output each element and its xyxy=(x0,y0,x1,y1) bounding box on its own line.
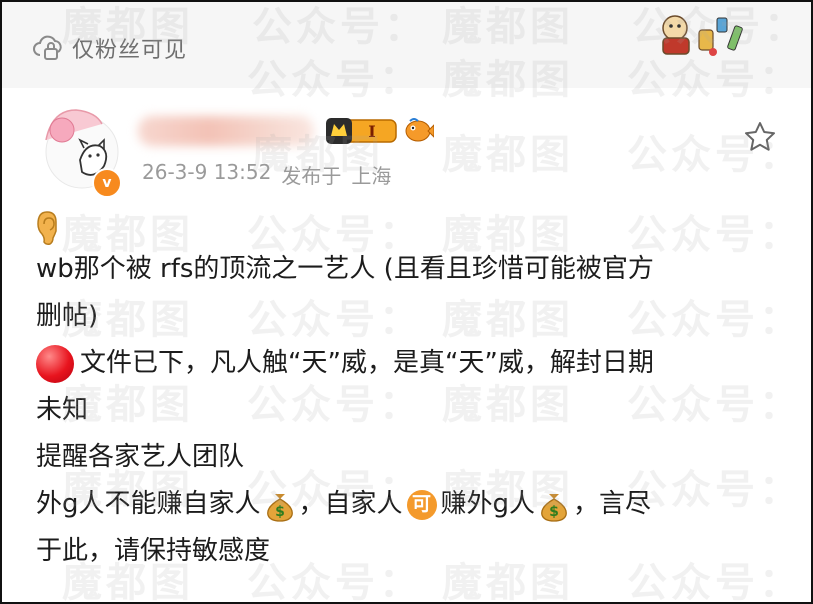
post-location: 上海 xyxy=(351,164,392,188)
post-card: v I 26-3-9 13:52 发布于 上海 wb那个被 rfs的顶流之一艺人… xyxy=(2,88,811,602)
verified-badge: v xyxy=(92,168,122,198)
cartoon-sticker-icon xyxy=(662,15,743,56)
privacy-bar: 仅粉丝可见 xyxy=(2,2,811,88)
content-line: 外g人不能赚自家人 $ ，自家人 可 赚外g人 $ ，言尽 xyxy=(36,481,785,528)
content-line: wb那个被 rfs的顶流之一艺人 (且看且珍惜可能被官方 xyxy=(36,254,654,284)
level-badge-label: I xyxy=(368,122,375,141)
privacy-indicator: 仅粉丝可见 xyxy=(32,32,187,64)
star-icon[interactable] xyxy=(743,120,777,154)
content-line xyxy=(36,210,785,246)
post-content: wb那个被 rfs的顶流之一艺人 (且看且珍惜可能被官方 删帖) 文件已下，凡人… xyxy=(36,210,785,575)
ear-emoji-icon xyxy=(37,211,57,245)
content-text: ，言尽 xyxy=(573,489,652,519)
content-text: 赚外g人 xyxy=(440,489,536,519)
content-line: 文件已下，凡人触“天”威，是真“天”威，解封日期 xyxy=(36,340,785,387)
author-name-blurred[interactable] xyxy=(138,116,314,146)
post-meta: 26-3-9 13:52 发布于 上海 xyxy=(142,160,391,189)
svg-text:$: $ xyxy=(549,504,559,520)
ke-badge-icon: 可 xyxy=(406,489,437,520)
level-badge-icon: I xyxy=(326,118,397,144)
content-line: 删帖) xyxy=(36,301,99,331)
content-line: 提醒各家艺人团队 xyxy=(36,442,245,472)
money-bag-emoji-icon: $ xyxy=(266,493,293,522)
publish-prefix: 发布于 xyxy=(281,164,342,188)
post-date: 26-3-9 13:52 xyxy=(142,160,272,184)
money-bag-emoji-icon: $ xyxy=(541,493,567,522)
content-text: ，自家人 xyxy=(298,489,403,519)
privacy-label: 仅粉丝可见 xyxy=(72,38,188,63)
content-line: 于此，请保持敏感度 xyxy=(36,536,271,566)
cloud-lock-icon xyxy=(33,35,62,60)
content-text: 外g人不能赚自家人 xyxy=(36,489,261,519)
svg-text:$: $ xyxy=(275,504,285,520)
content-text: 文件已下，凡人触“天”威，是真“天”威，解封日期 xyxy=(80,348,654,378)
content-line: 未知 xyxy=(36,395,89,425)
screenshot-frame: 仅粉丝可见 v I 26-3-9 13:52 发布于 上海 wb那个被 rfs的… xyxy=(0,0,813,604)
fish-badge-icon xyxy=(405,118,434,142)
red-circle-emoji-icon xyxy=(36,344,74,383)
